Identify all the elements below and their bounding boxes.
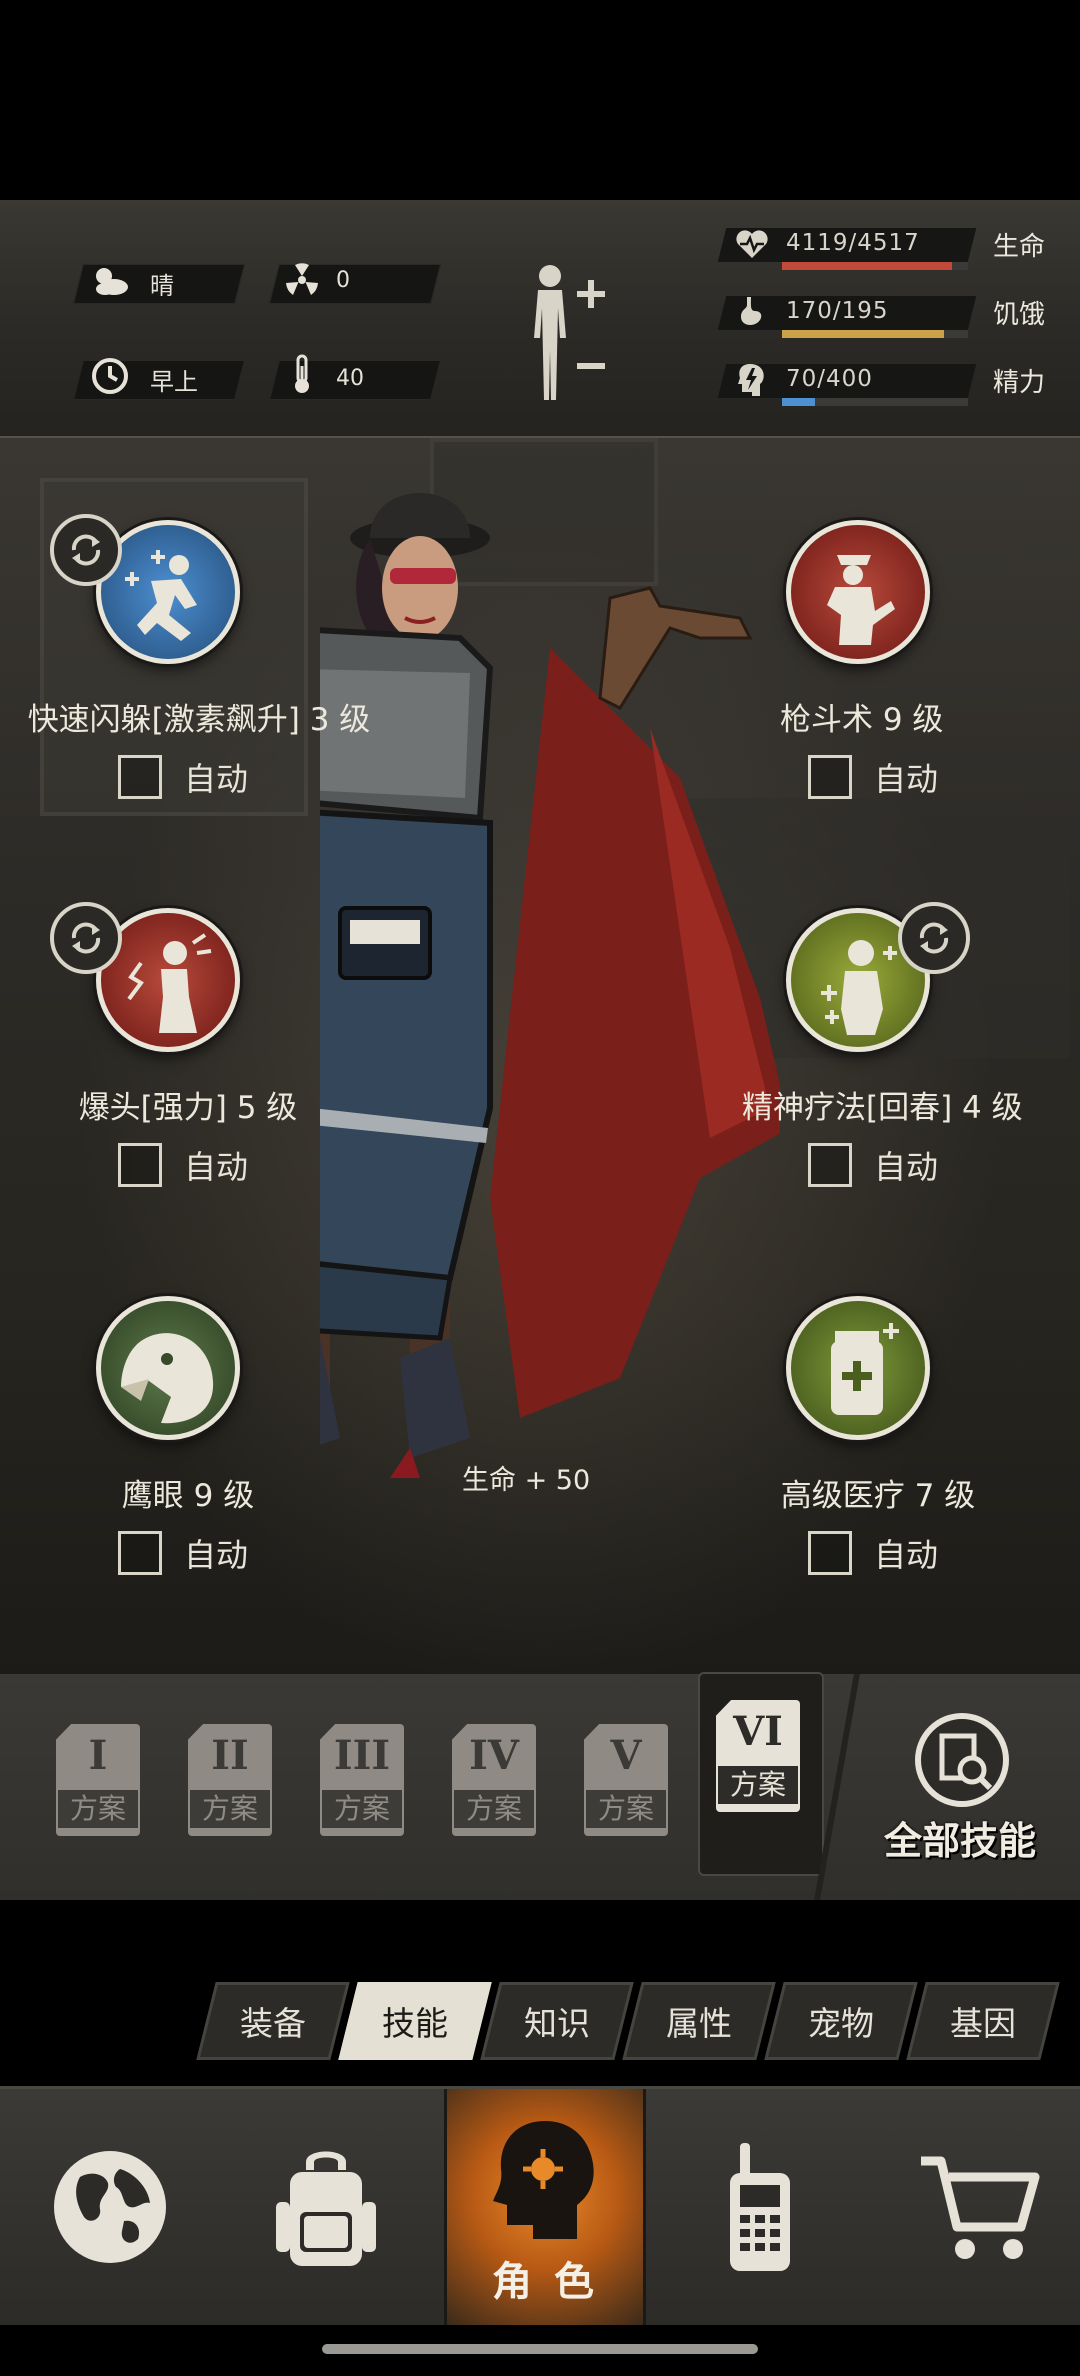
body-figure-icon	[534, 265, 605, 400]
weather-text: 晴	[150, 272, 174, 300]
character-head-icon	[493, 2121, 594, 2239]
clock-icon	[88, 354, 132, 398]
tab-pets[interactable]: 宠物	[764, 1982, 918, 2060]
body-status-button[interactable]	[520, 260, 620, 410]
hp-value: 4119/4517	[786, 230, 920, 256]
nav-character-button[interactable]: 角 色	[444, 2089, 646, 2325]
plan-3-button[interactable]: III 方案	[320, 1724, 412, 1844]
skill-4-cycle-button[interactable]	[898, 902, 970, 974]
character-scene: 生命 + 50 快速闪躲[激素飙升] 3 级 自动 枪斗术 9 级 自动 爆头[…	[0, 438, 1080, 1674]
plan-5-button[interactable]: V 方案	[584, 1724, 676, 1844]
skill-4-auto-checkbox[interactable]	[808, 1143, 852, 1187]
gunfight-icon	[827, 555, 895, 645]
skill-2-name: 枪斗术 9 级	[780, 702, 944, 738]
time-text: 早上	[150, 368, 198, 396]
hp-bar	[782, 262, 968, 270]
energy-bar	[782, 398, 968, 406]
all-skills-button[interactable]: 全部技能	[870, 1710, 1050, 1863]
hp-label: 生命	[993, 232, 1046, 262]
skill-plan-bar: I 方案 II 方案 III 方案 IV 方案 V 方案 VI 方案 全部技能	[0, 1672, 1080, 1900]
eagle-eye-icon	[121, 1333, 214, 1424]
skill-slot-2[interactable]	[786, 520, 930, 664]
energy-value: 70/400	[786, 366, 873, 392]
skill-3-cycle-button[interactable]	[50, 902, 122, 974]
tab-genes[interactable]: 基因	[906, 1982, 1060, 2060]
plan-6-button[interactable]: VI 方案	[716, 1700, 808, 1820]
tab-equipment[interactable]: 装备	[196, 1982, 350, 2060]
skill-1-auto-checkbox[interactable]	[118, 755, 162, 799]
skill-1-name: 快速闪躲[激素飙升] 3 级	[27, 702, 371, 738]
skill-5-name: 鹰眼 9 级	[121, 1478, 255, 1514]
plan-4-button[interactable]: IV 方案	[452, 1724, 544, 1844]
nav-character-label: 角 色	[492, 2259, 598, 2305]
skill-slot-6[interactable]	[786, 1296, 930, 1440]
radiation-icon	[280, 258, 324, 302]
advanced-medical-icon	[831, 1323, 899, 1415]
tab-skills[interactable]: 技能	[338, 1982, 492, 2060]
character-figure	[320, 493, 780, 1478]
character-bonus-text: 生命 + 50	[462, 1465, 591, 1496]
hunger-label: 饥饿	[993, 300, 1046, 330]
radiation-value: 0	[336, 268, 350, 293]
hunger-value: 170/195	[786, 298, 889, 324]
backpack-icon	[276, 2151, 376, 2266]
skill-6-name: 高级医疗 7 级	[780, 1478, 976, 1514]
temperature-value: 40	[336, 366, 364, 391]
nav-backpack-button[interactable]	[236, 2089, 416, 2325]
status-panel: 晴 0 早上 40 4119/4517 生命 170/195 饥饿 70/400…	[0, 200, 1080, 438]
cycle-arrows-icon	[919, 922, 949, 954]
skill-6-auto-checkbox[interactable]	[808, 1531, 852, 1575]
stomach-icon	[730, 290, 774, 334]
skill-slot-5[interactable]	[96, 1296, 240, 1440]
bottom-nav: 角 色	[0, 2086, 1080, 2325]
plan-1-button[interactable]: I 方案	[56, 1724, 148, 1844]
brain-bolt-icon	[730, 358, 774, 402]
magnifier-icon	[915, 1713, 1009, 1807]
nav-shop-button[interactable]	[890, 2089, 1070, 2325]
skill-1-auto-toggle[interactable]: 自动	[118, 752, 248, 802]
skill-1-cycle-button[interactable]	[50, 514, 122, 586]
skill-3-auto-checkbox[interactable]	[118, 1143, 162, 1187]
cart-icon	[921, 2156, 1040, 2259]
skill-2-auto-checkbox[interactable]	[808, 755, 852, 799]
cycle-arrows-icon	[71, 922, 101, 954]
home-indicator[interactable]	[322, 2344, 758, 2354]
tab-knowledge[interactable]: 知识	[480, 1982, 634, 2060]
heart-pulse-icon	[730, 222, 774, 266]
weather-icon	[88, 258, 132, 302]
skill-5-auto-toggle[interactable]: 自动	[118, 1528, 248, 1578]
hunger-bar	[782, 330, 968, 338]
tab-attributes[interactable]: 属性	[622, 1982, 776, 2060]
energy-label: 精力	[993, 368, 1046, 398]
radio-icon	[730, 2143, 790, 2271]
all-skills-label: 全部技能	[883, 1819, 1036, 1863]
skill-6-auto-toggle[interactable]: 自动	[808, 1528, 938, 1578]
skill-4-name: 精神疗法[回春] 4 级	[742, 1090, 1023, 1126]
plan-2-button[interactable]: II 方案	[188, 1724, 280, 1844]
skill-3-auto-toggle[interactable]: 自动	[118, 1140, 248, 1190]
skill-3-name: 爆头[强力] 5 级	[78, 1090, 298, 1126]
globe-icon	[54, 2151, 166, 2263]
nav-radio-button[interactable]	[670, 2089, 850, 2325]
thermometer-icon	[280, 352, 324, 396]
cycle-arrows-icon	[71, 534, 101, 566]
skill-5-auto-checkbox[interactable]	[118, 1531, 162, 1575]
skill-2-auto-toggle[interactable]: 自动	[808, 752, 938, 802]
skill-4-auto-toggle[interactable]: 自动	[808, 1140, 938, 1190]
nav-world-map-button[interactable]	[20, 2089, 200, 2325]
